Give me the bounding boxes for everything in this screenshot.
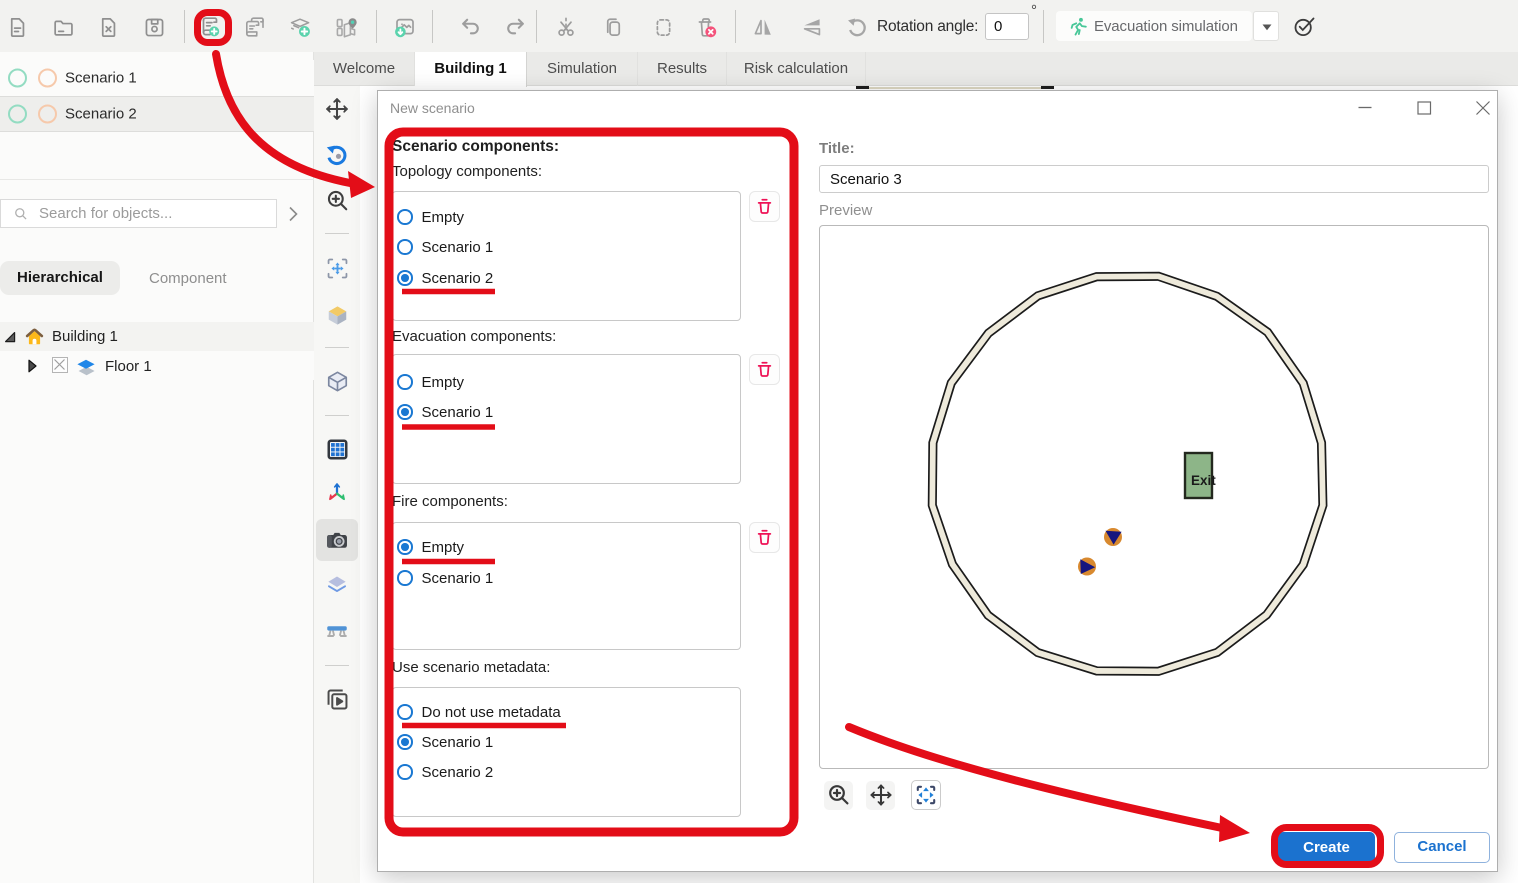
svg-text:Exit: Exit (1191, 473, 1216, 488)
